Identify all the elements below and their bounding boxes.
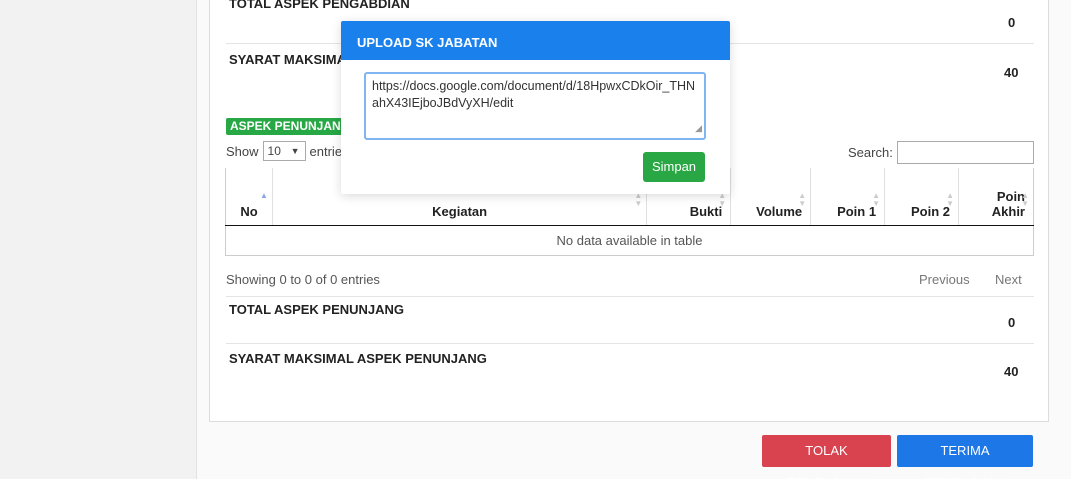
upload-modal: UPLOAD SK JABATAN https://docs.google.co… (341, 21, 730, 194)
save-button[interactable]: Simpan (643, 152, 705, 182)
resize-handle-icon[interactable]: ◢ (695, 120, 702, 137)
modal-title: UPLOAD SK JABATAN (341, 21, 730, 60)
url-textarea-value: https://docs.google.com/document/d/18Hpw… (372, 79, 696, 110)
url-textarea[interactable]: https://docs.google.com/document/d/18Hpw… (364, 72, 706, 140)
